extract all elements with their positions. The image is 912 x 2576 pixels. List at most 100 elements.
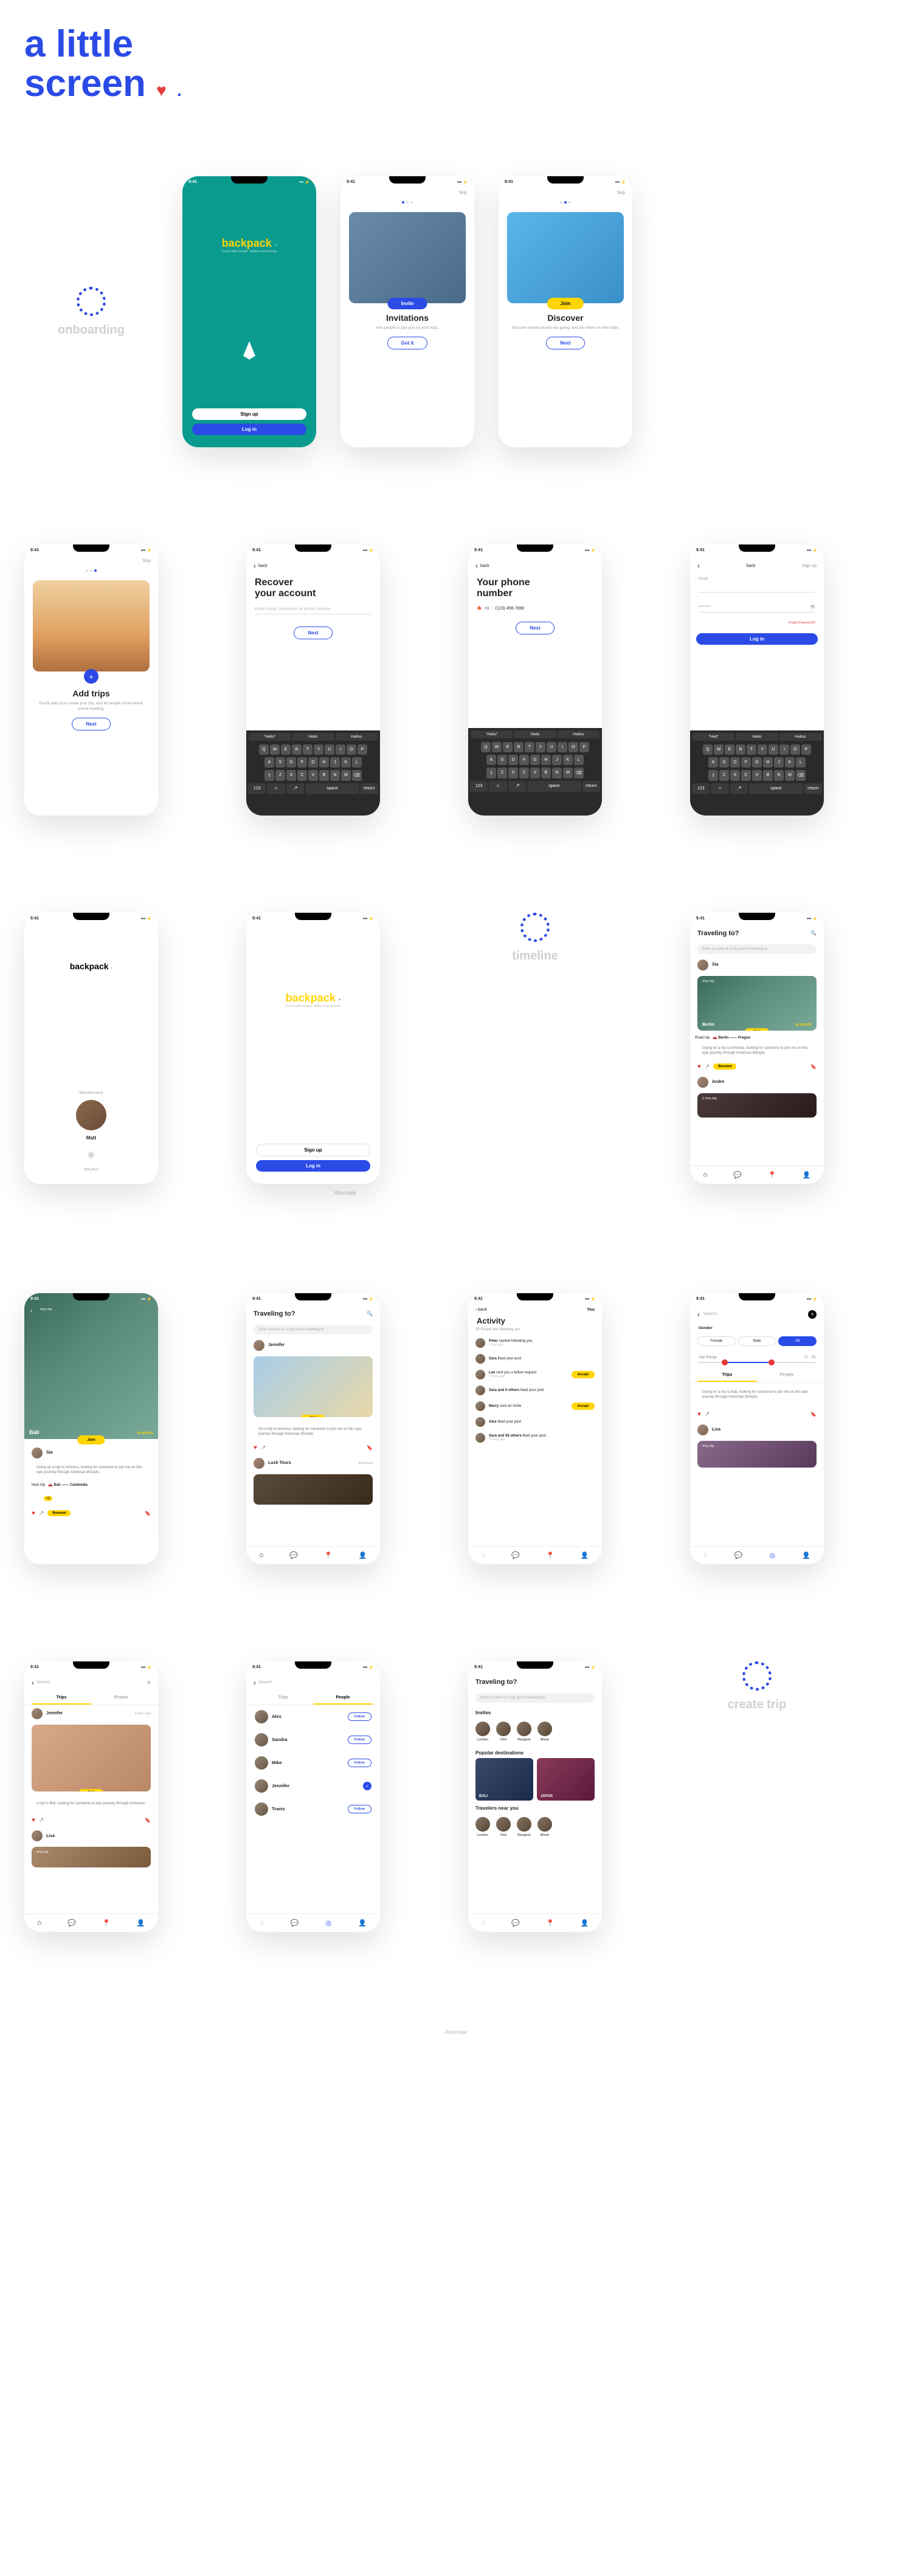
dest-card[interactable]: BALI — [475, 1758, 533, 1801]
forgot-link[interactable]: Forgot Password? — [690, 619, 824, 627]
fingerprint-icon[interactable]: ◉ — [24, 1141, 158, 1168]
keyboard[interactable]: "Hell"HelloHellos QWERTYUIOPASDFGHJKL⇧ZX… — [690, 730, 824, 816]
share-icon[interactable]: ↗ — [39, 1510, 44, 1517]
hero-image — [33, 580, 150, 671]
keyboard[interactable]: "Hello"HelloHellos QWERTYUIOPASDFGHJKL⇧Z… — [468, 728, 602, 816]
eye-icon[interactable]: 👁 — [810, 605, 815, 610]
add-button[interactable]: + — [84, 669, 98, 684]
like-icon[interactable]: ♥ — [254, 1444, 257, 1451]
people-row[interactable]: MikeFollow — [246, 1751, 380, 1774]
activity-row[interactable]: Lee sent you a follow request4 hours ago… — [468, 1367, 602, 1382]
dest-card[interactable]: JAPAN — [537, 1758, 595, 1801]
bookmark-icon[interactable]: 🔖 — [145, 1511, 151, 1516]
city-avatar[interactable]: Minsk — [537, 1722, 552, 1742]
signup-button[interactable]: Sign up — [256, 1144, 370, 1156]
bookmark-icon[interactable]: 🔖 — [367, 1445, 373, 1451]
next-button[interactable]: Next — [516, 622, 554, 634]
screen-invitations: 9:41••• ⚡ Skip Invite Invitations Ask pe… — [340, 176, 474, 447]
city-avatar[interactable]: London — [475, 1722, 490, 1742]
tabbar[interactable]: ⌂💬📍👤 — [690, 1166, 824, 1184]
notyou-link[interactable]: Not you? — [24, 1168, 158, 1184]
invite-button[interactable]: Invite — [388, 298, 427, 309]
spinner-icon — [77, 287, 106, 316]
hero-image: Join — [507, 212, 624, 303]
people-row[interactable]: TravisFollow — [246, 1798, 380, 1821]
back-button[interactable]: Search✕ — [690, 1305, 824, 1324]
bookmark-icon[interactable]: 🔖 — [810, 1064, 817, 1070]
screen-feed: 9:41••• ⚡ Traveling to?🔍 Enter a name of… — [690, 913, 824, 1184]
people-row[interactable]: SandraFollow — [246, 1728, 380, 1751]
city-avatar[interactable]: Bangkok — [517, 1722, 531, 1742]
join-button[interactable]: Join — [79, 1789, 103, 1791]
avatar[interactable] — [76, 1100, 106, 1130]
login-button[interactable]: Log in — [192, 424, 306, 435]
city-avatar[interactable]: Minsk — [537, 1817, 552, 1837]
screen-activity: 9:41••• ⚡ ‹ backYou Activity 26 People a… — [468, 1293, 602, 1564]
back-button[interactable]: back — [468, 557, 602, 575]
activity-row[interactable]: Sara and 5 others liked your post — [468, 1382, 602, 1398]
spinner-icon — [520, 913, 550, 942]
search-icon[interactable]: 🔍 — [810, 930, 817, 936]
people-row[interactable]: AlexFollow — [246, 1705, 380, 1728]
tabbar[interactable]: ⌂💬◎👤 — [246, 1914, 380, 1932]
gender-segment[interactable]: FemaleMaleAll — [690, 1333, 824, 1350]
search-input[interactable]: Enter a name of a city you're traveling … — [254, 1325, 373, 1334]
tabbar[interactable]: ⌂💬◎👤 — [690, 1546, 824, 1564]
tabbar[interactable]: ⌂💬📍👤 — [468, 1546, 602, 1564]
skip-button[interactable]: Skip — [340, 188, 474, 197]
like-icon[interactable]: ♥ — [697, 1063, 701, 1070]
back-button[interactable]: backSign up — [690, 557, 824, 575]
next-button[interactable]: Next — [546, 337, 584, 349]
login-button[interactable]: Log in — [696, 633, 818, 645]
back-icon[interactable]: ‹ back — [475, 1308, 487, 1312]
share-icon[interactable]: ↗ — [261, 1444, 266, 1451]
screen-feed2: 9:41••• ⚡ Traveling to?🔍 Enter a name of… — [246, 1293, 380, 1564]
next-button[interactable]: Next — [72, 718, 110, 730]
signup-button[interactable]: Sign up — [192, 408, 306, 420]
city-avatar[interactable]: London — [475, 1817, 490, 1837]
search-icon[interactable]: 🔍 — [367, 1311, 373, 1316]
city-avatar[interactable]: Oslo — [496, 1722, 511, 1742]
join-button[interactable]: Join — [301, 1415, 325, 1417]
screen-addtrips: 9:41••• ⚡ Skip + Add trips Easily add yo… — [24, 544, 158, 816]
screen-trips-tab: 9:41••• ⚡ Search⚙ TripsPeople Jennifer2 … — [24, 1661, 158, 1932]
search-input[interactable]: Enter a name of a city you're traveling … — [475, 1693, 595, 1703]
recover-input[interactable]: Enter email, username or phone number — [255, 607, 371, 614]
skip-button[interactable]: Skip — [24, 557, 158, 566]
next-button[interactable]: Next — [294, 627, 332, 639]
like-icon[interactable]: ♥ — [32, 1510, 35, 1517]
join-button[interactable]: Join — [745, 1028, 769, 1031]
city-avatar[interactable]: Oslo — [496, 1817, 511, 1837]
filter-icon[interactable]: ⚙ — [147, 1680, 151, 1685]
password-input[interactable]: ••••••••👁 — [699, 605, 815, 613]
back-button[interactable]: back — [246, 557, 380, 575]
tabbar[interactable]: ⌂💬📍👤 — [468, 1914, 602, 1932]
join-button[interactable]: Join — [547, 298, 584, 309]
gotit-button[interactable]: Got it — [387, 337, 428, 349]
heart-icon: ♥ — [156, 81, 167, 100]
activity-row[interactable]: Sara liked your post — [468, 1351, 602, 1367]
people-row[interactable]: Jennifer✓ — [246, 1774, 380, 1798]
activity-row[interactable]: Alex liked your post — [468, 1414, 602, 1430]
keyboard[interactable]: "Hello"HelloHellos QWERTYUIOPASDFGHJKL⇧Z… — [246, 730, 380, 816]
logo: backpack ◦ — [182, 188, 316, 250]
tabbar[interactable]: ⌂💬📍👤 — [246, 1546, 380, 1564]
activity-row[interactable]: Peter started following you.1 hour ago — [468, 1335, 602, 1351]
search-input[interactable]: Enter a name of a city you're traveling … — [697, 944, 817, 954]
tabbar[interactable]: ⌂💬📍👤 — [24, 1914, 158, 1932]
age-slider[interactable] — [699, 1362, 815, 1363]
activity-row[interactable]: Marry sent an inviteAccept — [468, 1398, 602, 1414]
share-icon[interactable]: ↗ — [705, 1063, 710, 1070]
back-icon[interactable]: ‹ — [30, 1308, 32, 1314]
email-input[interactable] — [699, 589, 815, 592]
screen-splash: 9:41••• ⚡ backpack ◦ Travel with people.… — [182, 176, 316, 447]
phone-input[interactable]: 🍁+1|(123) 456-7890 — [468, 601, 602, 616]
join-button[interactable]: Join — [77, 1435, 105, 1444]
close-icon[interactable]: ✕ — [808, 1310, 817, 1319]
section-timeline-label: timeline — [468, 913, 602, 1196]
activity-row[interactable]: Sara and 56 others liked your post8 hour… — [468, 1430, 602, 1446]
city-avatar[interactable]: Bangkok — [517, 1817, 531, 1837]
pin-icon: 📍 — [768, 1171, 776, 1179]
skip-button[interactable]: Skip — [499, 188, 632, 197]
login-button[interactable]: Log in — [256, 1160, 370, 1172]
